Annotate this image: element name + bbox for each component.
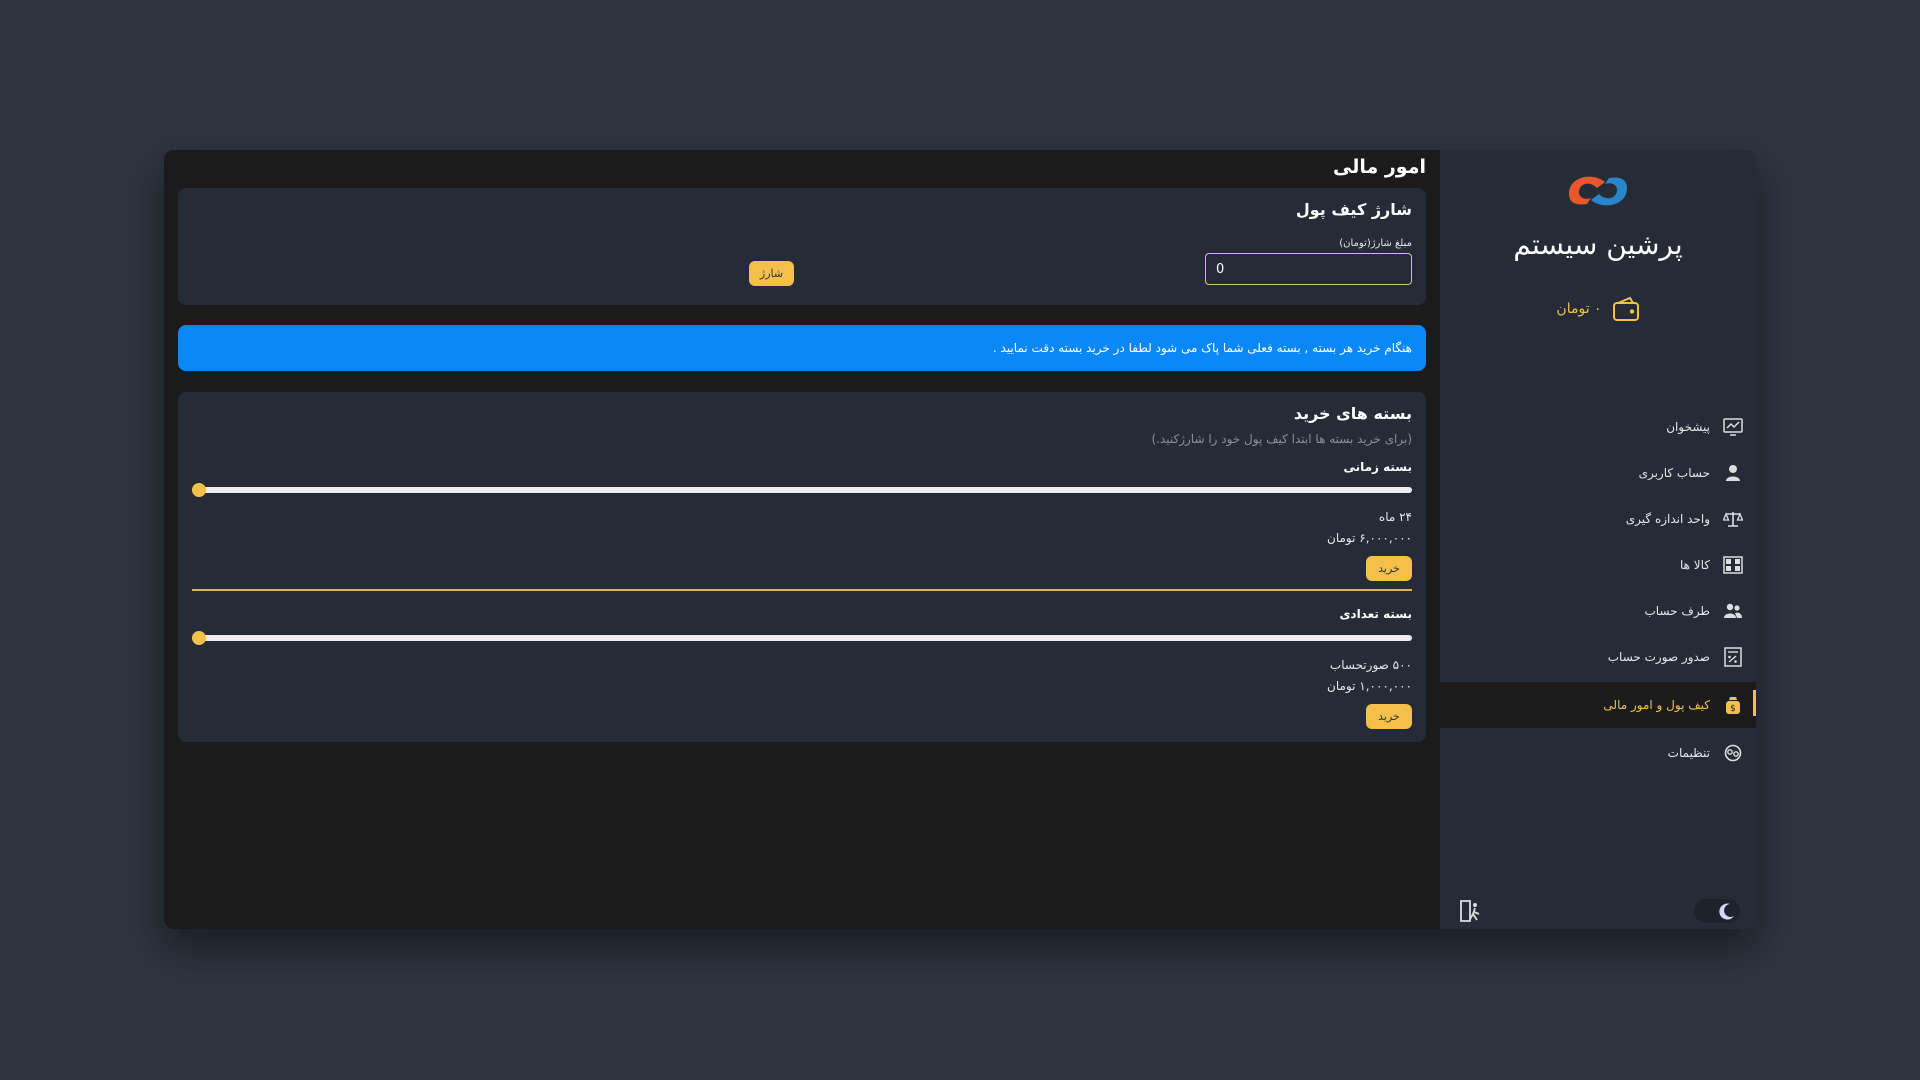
sidebar-item-units[interactable]: واحد اندازه گیری	[1440, 496, 1756, 542]
logout-icon[interactable]	[1458, 899, 1482, 923]
settings-icon	[1722, 742, 1744, 764]
contacts-icon	[1722, 600, 1744, 622]
time-package-price: ۶,۰۰۰,۰۰۰ تومان	[1327, 531, 1412, 545]
count-package-price: ۱,۰۰۰,۰۰۰ تومان	[1327, 679, 1412, 693]
app-window: امور مالی شارژ کیف پول مبلغ شارژ(تومان) …	[164, 150, 1756, 929]
sidebar-item-label: طرف حساب	[1644, 604, 1710, 618]
sidebar-menu: پیشخوان حساب کاربری واحد اندازه گیری کال…	[1440, 404, 1756, 776]
packages-card: بسته های خرید (برای خرید بسته ها ابتدا ک…	[178, 392, 1426, 742]
packages-subtitle: (برای خرید بسته ها ابتدا کیف پول خود را …	[1151, 432, 1412, 446]
count-package-title: بسته تعدادی	[1339, 607, 1412, 621]
sidebar: پرشین سیستم ۰ تومان پیشخوان حساب کاربری …	[1440, 150, 1756, 929]
time-package-duration: ۲۴ ماه	[1378, 510, 1412, 524]
slider-thumb[interactable]	[192, 631, 206, 645]
wallet-icon: $	[1722, 694, 1744, 716]
logo-text: پرشین سیستم	[1513, 228, 1683, 261]
time-package-slider[interactable]	[192, 483, 1412, 497]
count-package-quantity: ۵۰۰ صورتحساب	[1329, 658, 1412, 672]
time-package-buy-button[interactable]: خرید	[1366, 556, 1412, 581]
invoice-icon	[1722, 646, 1744, 668]
charge-button[interactable]: شارژ	[749, 261, 794, 286]
sidebar-item-user-account[interactable]: حساب کاربری	[1440, 450, 1756, 496]
charge-amount-label: مبلغ شارژ(تومان)	[1339, 238, 1412, 249]
wallet-charge-card: شارژ کیف پول مبلغ شارژ(تومان) شارژ	[178, 188, 1426, 305]
sidebar-item-dashboard[interactable]: پیشخوان	[1440, 404, 1756, 450]
info-alert: هنگام خرید هر بسته , بسته فعلی شما پاک م…	[178, 325, 1426, 371]
sidebar-item-settings[interactable]: تنظیمات	[1440, 730, 1756, 776]
slider-thumb[interactable]	[192, 483, 206, 497]
logo-mark-icon	[1569, 176, 1627, 206]
dashboard-chart-icon	[1722, 416, 1744, 438]
user-icon	[1722, 462, 1744, 484]
wallet-icon	[1612, 296, 1639, 321]
logo: پرشین سیستم	[1440, 164, 1756, 261]
balance-amount: ۰ تومان	[1556, 301, 1602, 317]
theme-toggle[interactable]	[1694, 899, 1740, 923]
sidebar-item-label: کیف پول و امور مالی	[1603, 698, 1710, 712]
sidebar-item-invoice[interactable]: صدور صورت حساب	[1440, 634, 1756, 680]
count-package-slider[interactable]	[192, 631, 1412, 645]
package-divider	[192, 589, 1412, 591]
page-title: امور مالی	[1333, 156, 1426, 178]
wallet-balance: ۰ تومان	[1440, 296, 1756, 322]
sidebar-item-contacts[interactable]: طرف حساب	[1440, 588, 1756, 634]
sidebar-item-wallet[interactable]: $ کیف پول و امور مالی	[1440, 682, 1756, 728]
sidebar-item-label: تنظیمات	[1667, 746, 1710, 760]
sidebar-item-products[interactable]: کالا ها	[1440, 542, 1756, 588]
sidebar-item-label: واحد اندازه گیری	[1625, 512, 1710, 526]
wallet-charge-title: شارژ کیف پول	[1295, 200, 1412, 219]
sidebar-item-label: حساب کاربری	[1638, 466, 1710, 480]
scale-icon	[1722, 508, 1744, 530]
count-package-buy-button[interactable]: خرید	[1366, 704, 1412, 729]
charge-amount-input[interactable]	[1205, 253, 1412, 285]
products-icon	[1722, 554, 1744, 576]
main-content: امور مالی شارژ کیف پول مبلغ شارژ(تومان) …	[164, 150, 1440, 929]
sidebar-item-label: صدور صورت حساب	[1607, 650, 1710, 664]
svg-text:$: $	[1730, 704, 1736, 714]
sidebar-item-label: پیشخوان	[1666, 420, 1710, 434]
time-package-title: بسته زمانی	[1343, 460, 1412, 474]
packages-title: بسته های خرید	[1293, 404, 1412, 423]
moon-icon	[1719, 903, 1734, 920]
sidebar-item-label: کالا ها	[1679, 558, 1710, 572]
alert-text: هنگام خرید هر بسته , بسته فعلی شما پاک م…	[992, 341, 1412, 355]
